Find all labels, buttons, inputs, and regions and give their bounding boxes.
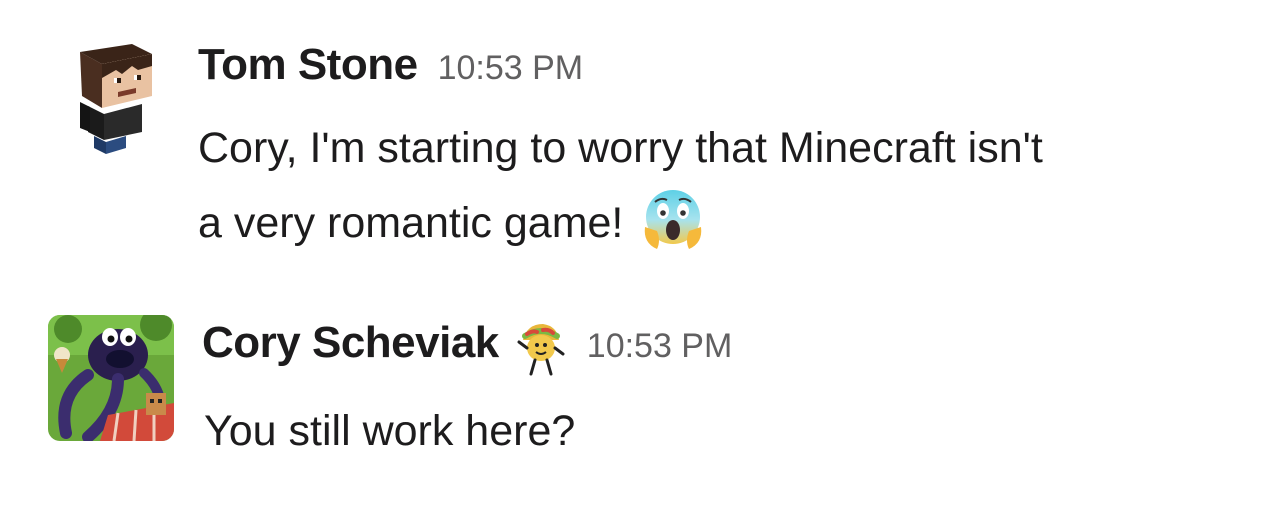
- message-line: Cory, I'm starting to worry that Minecra…: [198, 124, 1043, 172]
- taco-character-icon[interactable]: [513, 318, 567, 378]
- message-line: You still work here?: [204, 407, 576, 455]
- timestamp[interactable]: 10:53 PM: [438, 49, 584, 88]
- sender-name[interactable]: Tom Stone: [198, 40, 418, 90]
- message-text: Cory, I'm starting to worry that Minecra…: [198, 111, 1043, 260]
- message-header: Tom Stone 10:53 PM: [198, 40, 583, 90]
- minecraft-character-avatar: [80, 44, 152, 154]
- sender-name[interactable]: Cory Scheviak: [202, 318, 499, 368]
- message-item: Tom Stone 10:53 PM Cory, I'm starting to…: [0, 0, 1280, 270]
- message-header: Cory Scheviak 10:53 PM: [202, 318, 732, 378]
- cartoon-creature-avatar: [48, 315, 174, 441]
- avatar[interactable]: [72, 44, 158, 156]
- message-line-with-emoji: a very romantic game!: [198, 185, 1043, 260]
- timestamp[interactable]: 10:53 PM: [587, 327, 733, 366]
- avatar[interactable]: [48, 315, 174, 441]
- message-list: Tom Stone 10:53 PM Cory, I'm starting to…: [0, 0, 1280, 511]
- message-line: a very romantic game!: [198, 199, 624, 247]
- message-text: You still work here?: [204, 394, 575, 468]
- face-screaming-in-fear-icon: [639, 185, 707, 253]
- message-item: Cory Scheviak 10:53 PM You still work he…: [0, 300, 1280, 500]
